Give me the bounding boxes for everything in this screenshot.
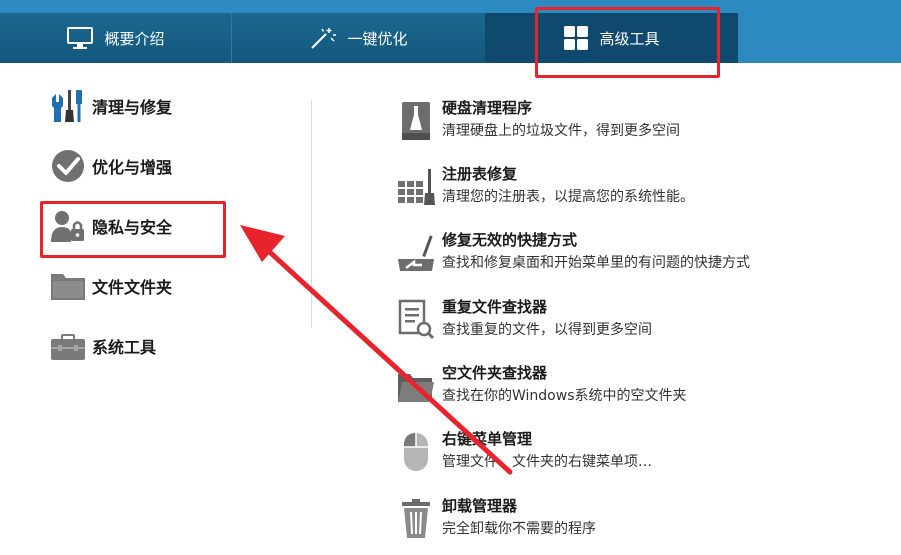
sidebar-item-optimize-enhance[interactable]: 优化与增强 (50, 146, 172, 186)
tool-title: 空文件夹查找器 (442, 364, 548, 382)
tool-title: 修复无效的快捷方式 (442, 231, 578, 249)
tool-empty-folder-finder[interactable]: 空文件夹查找器 查找在你的Windows系统中的空文件夹 (394, 362, 687, 422)
sidebar-item-system-tools[interactable]: 系统工具 (50, 326, 156, 366)
tool-shortcut-repair[interactable]: 修复无效的快捷方式 查找和修复桌面和开始菜单里的有问题的快捷方式 (394, 229, 750, 289)
sidebar-item-label: 清理与修复 (92, 98, 173, 117)
empty-folder-icon (394, 364, 438, 408)
tool-registry-repair[interactable]: 注册表修复 清理您的注册表，以提高您的系统性能。 (394, 163, 694, 223)
tool-uninstall-manager[interactable]: 卸载管理器 完全卸载你不需要的程序 (394, 495, 596, 555)
sidebar-item-label: 系统工具 (92, 338, 157, 357)
sidebar-item-files-folders[interactable]: 文件文件夹 (50, 266, 172, 306)
sidebar-item-clean-repair[interactable]: 清理与修复 (50, 86, 172, 126)
tab-label: 概要介绍 (104, 29, 165, 48)
tab-overview[interactable]: 概要介绍 (0, 13, 232, 63)
tool-title: 重复文件查找器 (442, 298, 548, 316)
monitor-icon (66, 26, 94, 50)
tab-bar-filler (738, 13, 901, 63)
sidebar-item-label: 文件文件夹 (92, 278, 173, 297)
tool-context-menu-manager[interactable]: 右键菜单管理 管理文件、文件夹的右键菜单项… (394, 428, 652, 488)
tool-description: 查找在你的Windows系统中的空文件夹 (442, 388, 687, 404)
shortcut-repair-icon (394, 231, 438, 275)
toolbox-icon (50, 328, 86, 364)
tool-description: 清理您的注册表，以提高您的系统性能。 (442, 189, 694, 205)
tool-description: 查找和修复桌面和开始菜单里的有问题的快捷方式 (442, 255, 750, 271)
disk-cleanup-icon (394, 99, 438, 143)
tool-disk-cleanup[interactable]: 硬盘清理程序 清理硬盘上的垃圾文件，得到更多空间 (394, 97, 680, 157)
trash-bin-icon (394, 497, 438, 541)
sidebar-item-label: 优化与增强 (92, 158, 173, 177)
mouse-icon (394, 430, 438, 474)
tool-description: 查找重复的文件，以得到更多空间 (442, 322, 652, 338)
tool-title: 注册表修复 (442, 165, 518, 183)
tool-title: 硬盘清理程序 (442, 99, 533, 117)
folder-icon (50, 268, 86, 304)
highlight-box-privacy-security (40, 201, 226, 258)
top-strip (0, 0, 901, 13)
tab-label: 一键优化 (347, 29, 408, 48)
vertical-divider (311, 100, 312, 328)
tool-description: 管理文件、文件夹的右键菜单项… (442, 454, 652, 470)
tool-title: 右键菜单管理 (442, 430, 533, 448)
tool-title: 卸载管理器 (442, 497, 518, 515)
checkmark-icon (50, 148, 86, 184)
registry-repair-icon (394, 165, 438, 209)
repair-tools-icon (50, 88, 86, 124)
tool-description: 清理硬盘上的垃圾文件，得到更多空间 (442, 123, 680, 139)
tool-duplicate-finder[interactable]: 重复文件查找器 查找重复的文件，以得到更多空间 (394, 296, 652, 356)
tab-one-click-optimize[interactable]: 一键优化 (232, 13, 485, 63)
duplicate-finder-icon (394, 298, 438, 342)
magic-wand-icon (309, 26, 337, 50)
tool-description: 完全卸载你不需要的程序 (442, 521, 596, 537)
highlight-box-advanced-tools (535, 7, 720, 78)
